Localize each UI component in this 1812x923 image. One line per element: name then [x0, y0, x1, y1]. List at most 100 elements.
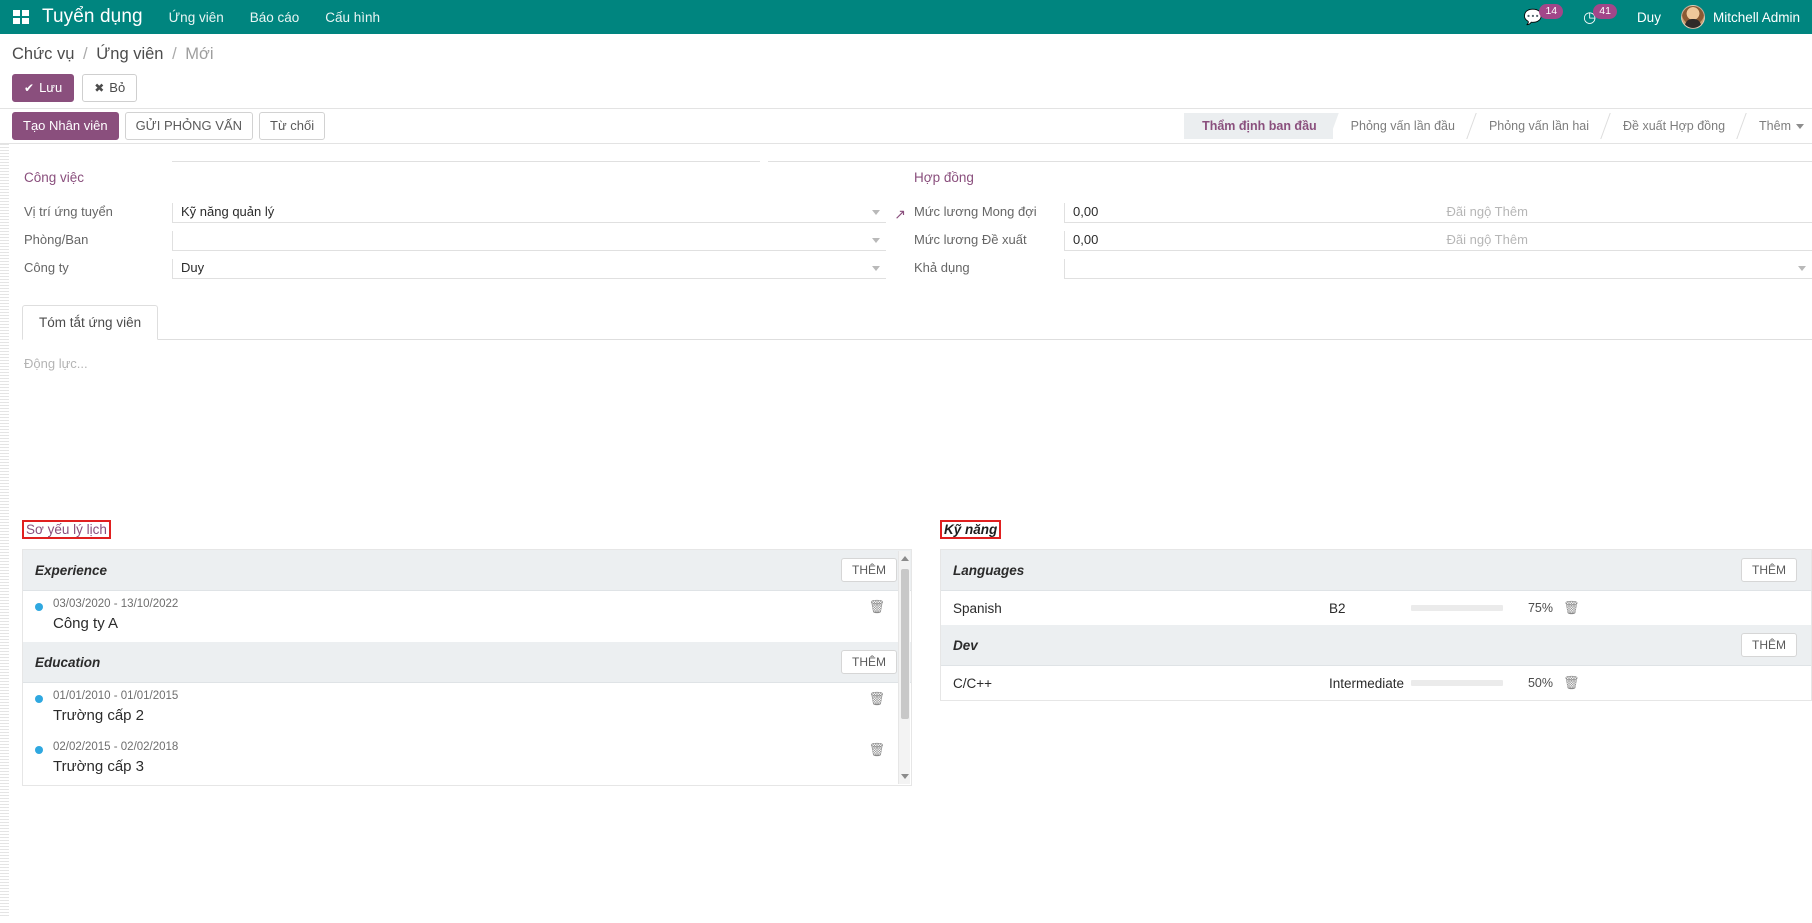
breadcrumb-current: Mới [185, 45, 214, 63]
save-discard-bar: ✔ Lưu ✖ Bỏ [0, 68, 1812, 108]
notebook-tabs: Tóm tắt ứng viên [22, 305, 1812, 340]
timeline-dot-icon [35, 746, 43, 754]
discard-button[interactable]: ✖ Bỏ [82, 74, 138, 102]
field-label-company: Công ty [24, 260, 69, 275]
resume-line-body: 01/01/2010 - 01/01/2015 Trường cấp 2 [53, 690, 178, 724]
form-column-job: Công việc Vị trí ứng tuyển Kỹ năng quản … [0, 170, 906, 279]
resume-line-item[interactable]: 03/03/2020 - 13/10/2022 Công ty A 🗑 [23, 591, 911, 642]
field-row-applied-job: Vị trí ứng tuyển Kỹ năng quản lý ↗ [24, 195, 906, 223]
resume-scrollbar[interactable] [898, 551, 910, 784]
trash-icon[interactable]: 🗑 [1563, 600, 1580, 616]
trash-icon[interactable]: 🗑 [1563, 675, 1580, 691]
activities-counter[interactable]: ◷ 41 [1583, 3, 1617, 25]
menu-item-configuration[interactable]: Cấu hình [325, 10, 380, 25]
add-language-skill-button[interactable]: THÊM [1741, 558, 1797, 582]
field-row-proposed-salary: Mức lương Đề xuất 0,00 Đãi ngộ Thêm [914, 223, 1812, 251]
field-value-applied-job[interactable]: Kỹ năng quản lý [172, 203, 887, 223]
menu-item-reports[interactable]: Báo cáo [250, 10, 300, 25]
resume-skills-area: Sơ yếu lý lịch Experience THÊM 03/03/202… [0, 520, 1812, 786]
activities-count-badge: 41 [1593, 3, 1617, 19]
resume-section-label: Sơ yếu lý lịch [22, 520, 111, 539]
chevron-down-icon[interactable] [872, 266, 881, 271]
skills-column: Kỹ năng Languages THÊM Spanish B2 75% 🗑 [912, 520, 1812, 786]
scrollbar-thumb[interactable] [901, 569, 909, 719]
resume-group-header-experience: Experience THÊM [23, 550, 911, 591]
stage-second-interview[interactable]: Phỏng vấn lần hai [1471, 113, 1605, 139]
trash-icon[interactable]: 🗑 [868, 742, 885, 758]
add-experience-button[interactable]: THÊM [841, 558, 897, 582]
field-value-department[interactable] [172, 231, 887, 251]
resume-line-item[interactable]: 01/01/2010 - 01/01/2015 Trường cấp 2 🗑 [23, 683, 911, 734]
field-value-expected-salary[interactable]: 0,00 [1064, 203, 1439, 223]
field-row-expected-salary: Mức lương Mong đợi 0,00 Đãi ngộ Thêm [914, 195, 1812, 223]
action-buttons: Tạo Nhân viên GỬI PHỎNG VẤN Từ chối [12, 112, 326, 140]
resume-line-item[interactable]: 02/02/2015 - 02/02/2018 Trường cấp 3 🗑 [23, 734, 911, 785]
field-value-proposed-salary-extra[interactable]: Đãi ngộ Thêm [1438, 231, 1812, 251]
external-link-icon[interactable]: ↗ [894, 207, 906, 223]
field-value-proposed-salary[interactable]: 0,00 [1064, 231, 1439, 251]
breadcrumb-separator: / [172, 45, 177, 63]
stage-initial-qualification[interactable]: Thẩm định ban đầu [1184, 113, 1333, 139]
breadcrumb-item-positions[interactable]: Chức vụ [12, 45, 74, 63]
close-icon: ✖ [94, 81, 105, 95]
applied-job-text: Kỹ năng quản lý [181, 204, 275, 219]
skills-group-header-languages: Languages THÊM [941, 550, 1811, 591]
skill-row[interactable]: Spanish B2 75% 🗑 [941, 591, 1811, 625]
company-switcher[interactable]: Duy [1637, 10, 1661, 25]
app-brand-title[interactable]: Tuyển dụng [42, 6, 143, 28]
trash-icon[interactable]: 🗑 [868, 691, 885, 707]
skills-group-title-dev: Dev [953, 637, 978, 653]
trash-icon[interactable]: 🗑 [868, 599, 885, 615]
field-row-company: Công ty Duy ↗ [24, 251, 906, 279]
chevron-down-icon[interactable] [872, 210, 881, 215]
scroll-down-arrow-icon[interactable] [901, 774, 909, 779]
field-value-company[interactable]: Duy [172, 259, 887, 279]
stage-contract-proposal[interactable]: Đề xuất Hợp đồng [1605, 113, 1741, 139]
add-education-button[interactable]: THÊM [841, 650, 897, 674]
skill-percent: 75% [1527, 601, 1553, 615]
clipped-left-field [0, 146, 760, 162]
chevron-down-icon[interactable] [1798, 266, 1806, 271]
field-label-proposed-salary: Mức lương Đề xuất [914, 232, 1027, 247]
skill-row[interactable]: C/C++ Intermediate 50% 🗑 [941, 666, 1811, 700]
messages-counter[interactable]: 💬 14 [1524, 3, 1564, 25]
apps-grid-icon[interactable] [8, 10, 34, 24]
chevron-down-icon[interactable] [872, 238, 881, 243]
stage-more-dropdown[interactable]: Thêm [1741, 113, 1812, 139]
breadcrumb-item-candidates[interactable]: Ứng viên [96, 45, 163, 63]
avatar [1680, 5, 1705, 29]
form-two-columns: Công việc Vị trí ứng tuyển Kỹ năng quản … [0, 162, 1812, 279]
send-interview-button[interactable]: GỬI PHỎNG VẤN [124, 112, 254, 140]
field-value-availability[interactable] [1064, 259, 1812, 279]
resume-line-title: Trường cấp 2 [53, 707, 145, 724]
clipped-right-value [768, 146, 1812, 162]
resume-group-header-education: Education THÊM [23, 642, 911, 683]
create-employee-button[interactable]: Tạo Nhân viên [12, 112, 119, 140]
top-menu: Ứng viên Báo cáo Cấu hình [169, 10, 380, 25]
proposed-salary-text: 0,00 [1073, 232, 1099, 247]
menu-item-candidates[interactable]: Ứng viên [169, 10, 224, 25]
stage-first-interview[interactable]: Phỏng vấn lần đầu [1333, 113, 1471, 139]
field-value-expected-salary-extra[interactable]: Đãi ngộ Thêm [1438, 203, 1812, 223]
skills-group-header-dev: Dev THÊM [941, 625, 1811, 666]
clipped-row-above [0, 144, 1812, 162]
stage-statusbar: Thẩm định ban đầu Phỏng vấn lần đầu Phỏn… [1184, 113, 1812, 139]
field-label-department: Phòng/Ban [24, 232, 89, 247]
clipped-left-value [172, 146, 760, 162]
notebook: Tóm tắt ứng viên Động lực... [22, 305, 1812, 520]
resume-line-dates: 02/02/2015 - 02/02/2018 [53, 741, 179, 753]
skill-level: Intermediate [1329, 675, 1405, 691]
add-dev-skill-button[interactable]: THÊM [1741, 633, 1797, 657]
form-sheet: Công việc Vị trí ứng tuyển Kỹ năng quản … [0, 144, 1812, 916]
form-column-contract: Hợp đồng Mức lương Mong đợi 0,00 Đãi ngộ… [906, 170, 1812, 279]
tab-candidate-summary[interactable]: Tóm tắt ứng viên [22, 305, 159, 340]
refuse-button[interactable]: Từ chối [259, 112, 326, 140]
resume-line-title: Công ty A [53, 615, 119, 632]
field-label-applied-job: Vị trí ứng tuyển [24, 204, 113, 219]
user-menu[interactable]: Mitchell Admin [1680, 5, 1800, 29]
scroll-up-arrow-icon[interactable] [901, 556, 909, 561]
resume-line-dates: 03/03/2020 - 13/10/2022 [53, 598, 179, 610]
save-button[interactable]: ✔ Lưu [12, 74, 75, 102]
resume-group-title-education: Education [35, 654, 101, 670]
notebook-page-candidate-summary[interactable]: Động lực... [22, 340, 1812, 520]
